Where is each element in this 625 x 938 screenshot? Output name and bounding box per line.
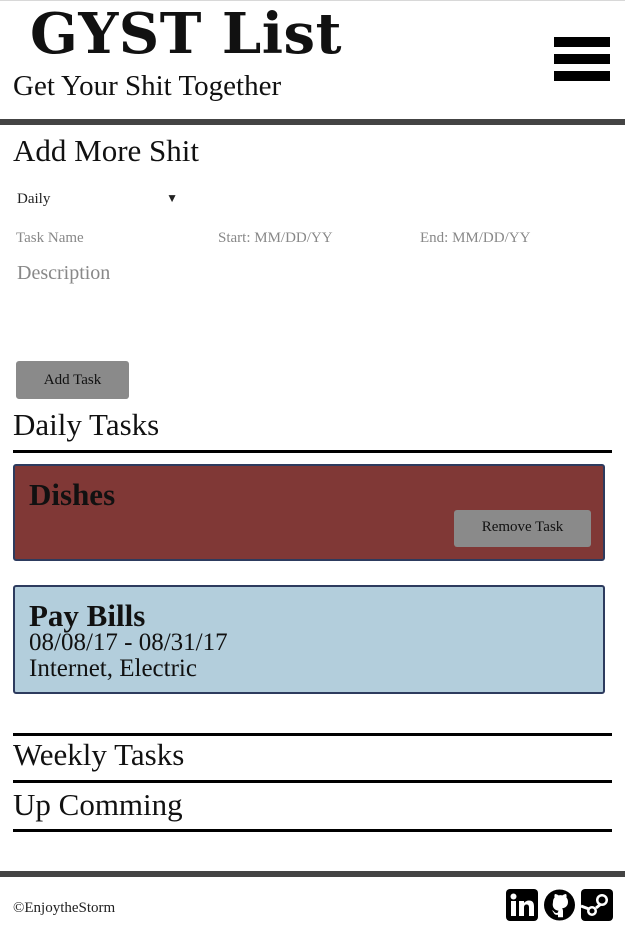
daily-divider	[13, 450, 612, 453]
task-description: Internet, Electric	[29, 655, 197, 682]
end-date-input[interactable]: End: MM/DD/YY	[420, 230, 530, 247]
description-input[interactable]: Description	[17, 262, 110, 285]
task-title: Dishes	[29, 477, 116, 512]
upcoming-heading: Up Comming	[13, 787, 183, 822]
hamburger-menu-icon[interactable]	[554, 37, 610, 82]
task-card-dishes: Dishes Remove Task	[13, 464, 605, 561]
dropdown-arrow-icon: ▼	[166, 191, 178, 205]
task-name-input[interactable]: Task Name	[16, 230, 84, 247]
weekly-divider	[13, 780, 612, 783]
frequency-select[interactable]: Daily ▼	[17, 191, 182, 211]
add-form-heading: Add More Shit	[13, 133, 199, 168]
steam-icon[interactable]	[580, 889, 613, 921]
linkedin-icon[interactable]	[506, 889, 538, 921]
task-title: Pay Bills	[29, 598, 146, 633]
upcoming-divider	[13, 829, 612, 832]
copyright-text: ©EnjoytheStorm	[13, 900, 116, 916]
footer-divider	[0, 871, 625, 877]
task-dates: 08/08/17 - 08/31/17	[29, 629, 228, 656]
remove-task-button[interactable]: Remove Task	[454, 510, 591, 547]
header-divider	[0, 119, 625, 125]
frequency-select-value: Daily	[17, 191, 51, 207]
weekly-tasks-heading: Weekly Tasks	[13, 737, 185, 772]
app-title: GYST List	[30, 1, 342, 67]
add-task-button[interactable]: Add Task	[16, 361, 129, 399]
start-date-input[interactable]: Start: MM/DD/YY	[218, 230, 333, 247]
daily-tasks-heading: Daily Tasks	[13, 407, 160, 442]
github-icon[interactable]	[543, 889, 575, 921]
task-card-pay-bills: Pay Bills 08/08/17 - 08/31/17 Internet, …	[13, 585, 605, 694]
weekly-top-divider	[13, 733, 612, 736]
app-subtitle: Get Your Shit Together	[13, 70, 282, 102]
